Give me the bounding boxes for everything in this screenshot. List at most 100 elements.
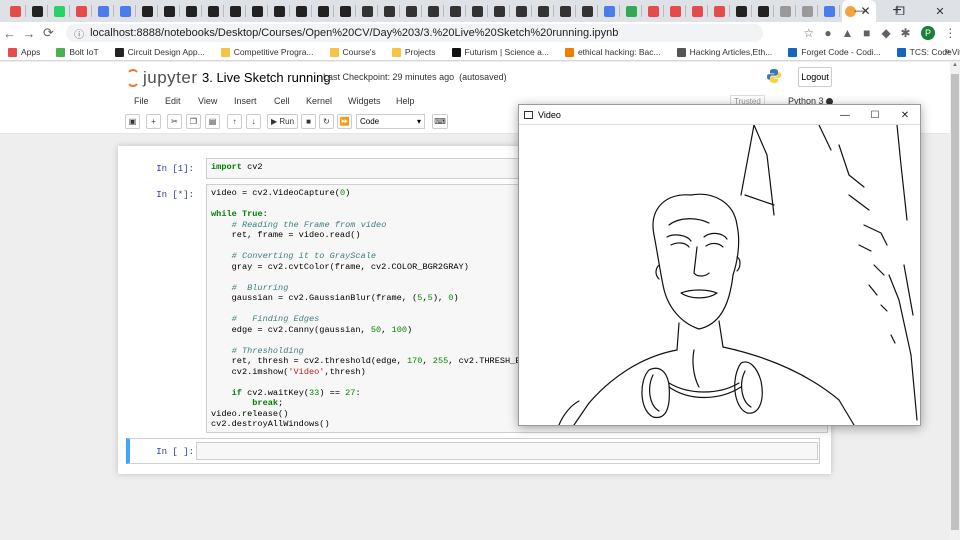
page-scrollbar[interactable]: ▲ — [950, 62, 960, 540]
browser-tab[interactable] — [796, 0, 818, 22]
bookmark-item[interactable]: Competitive Progra... — [220, 47, 314, 57]
menu-cell[interactable]: Cell — [274, 96, 290, 106]
browser-tab[interactable] — [510, 0, 532, 22]
bookmark-item[interactable]: Course's — [329, 47, 376, 57]
browser-tab[interactable] — [180, 0, 202, 22]
browser-tab[interactable] — [818, 0, 840, 22]
notebook-title[interactable]: 3. Live Sketch running — [202, 70, 331, 85]
browser-tab[interactable] — [752, 0, 774, 22]
paste-icon[interactable]: ▤ — [205, 114, 220, 129]
extension-icon[interactable]: ◆ — [876, 26, 895, 40]
video-minimize-button[interactable]: — — [830, 105, 860, 125]
browser-tab[interactable] — [312, 0, 334, 22]
copy-icon[interactable]: ❐ — [186, 114, 201, 129]
move-down-icon[interactable]: ↓ — [246, 114, 261, 129]
browser-tab[interactable] — [290, 0, 312, 22]
bookmark-item[interactable]: Projects — [391, 47, 436, 57]
menu-file[interactable]: File — [134, 96, 149, 106]
menu-kernel[interactable]: Kernel — [306, 96, 332, 106]
browser-tab[interactable] — [70, 0, 92, 22]
scroll-up-icon[interactable]: ▲ — [950, 62, 960, 72]
favicon-icon — [185, 5, 197, 17]
browser-tab[interactable] — [664, 0, 686, 22]
stop-icon[interactable]: ■ — [301, 114, 316, 129]
avatar[interactable]: P — [921, 26, 935, 40]
browser-tab[interactable] — [92, 0, 114, 22]
menu-icon[interactable]: ⋮ — [941, 26, 960, 40]
url-input[interactable]: ⓘ localhost:8888/notebooks/Desktop/Cours… — [66, 24, 764, 42]
browser-tab[interactable] — [686, 0, 708, 22]
keyboard-icon[interactable]: ⌨ — [432, 114, 448, 129]
browser-tab[interactable] — [246, 0, 268, 22]
video-maximize-button[interactable]: ☐ — [860, 105, 890, 125]
bookmark-item[interactable]: Circuit Design App... — [114, 47, 205, 57]
logout-button[interactable]: Logout — [798, 67, 832, 87]
browser-tab[interactable] — [158, 0, 180, 22]
browser-tab[interactable] — [708, 0, 730, 22]
menu-insert[interactable]: Insert — [234, 96, 257, 106]
move-up-icon[interactable]: ↑ — [227, 114, 242, 129]
maximize-button[interactable]: ❐ — [880, 0, 920, 22]
browser-tab[interactable] — [422, 0, 444, 22]
browser-tab[interactable] — [202, 0, 224, 22]
browser-tab[interactable] — [444, 0, 466, 22]
browser-tab[interactable] — [334, 0, 356, 22]
restart-icon[interactable]: ↻ — [319, 114, 334, 129]
bookmark-item[interactable]: ethical hacking: Bac... — [564, 47, 661, 57]
browser-tab[interactable] — [268, 0, 290, 22]
bookmark-item[interactable]: Bolt IoT — [56, 47, 99, 57]
browser-tab[interactable] — [730, 0, 752, 22]
browser-tab[interactable] — [532, 0, 554, 22]
video-close-button[interactable]: ✕ — [890, 105, 920, 125]
bookmark-item[interactable]: Apps — [8, 47, 40, 57]
code-cell-selected[interactable]: In [ ]: — [126, 438, 820, 464]
browser-tab[interactable] — [26, 0, 48, 22]
browser-tab[interactable] — [378, 0, 400, 22]
code-editor[interactable] — [196, 442, 818, 460]
back-icon[interactable]: ← — [0, 26, 19, 41]
forward-icon[interactable]: → — [19, 26, 38, 41]
browser-tab[interactable] — [488, 0, 510, 22]
video-window[interactable]: Video — ☐ ✕ — [518, 104, 921, 426]
browser-tab[interactable] — [620, 0, 642, 22]
menu-widgets[interactable]: Widgets — [348, 96, 381, 106]
run-button[interactable]: ▶ Run — [267, 114, 298, 129]
menu-edit[interactable]: Edit — [165, 96, 181, 106]
browser-tab[interactable] — [774, 0, 796, 22]
jupyter-logo[interactable]: jupyter — [126, 68, 198, 88]
bookmark-item[interactable]: Forget Code - Codi... — [788, 47, 881, 57]
menu-help[interactable]: Help — [396, 96, 415, 106]
browser-tab[interactable] — [466, 0, 488, 22]
extension-icon[interactable]: ● — [818, 26, 837, 40]
extension-icon[interactable]: ▲ — [838, 26, 857, 40]
bookmark-item[interactable]: Hacking Articles,Eth... — [676, 47, 772, 57]
scrollbar-thumb[interactable] — [951, 74, 959, 530]
browser-tab[interactable] — [224, 0, 246, 22]
cell-type-select[interactable]: Code ▾ — [356, 114, 425, 129]
browser-tab[interactable] — [554, 0, 576, 22]
bookmark-item[interactable]: TCS: CodeVita - Ho... — [896, 47, 960, 57]
restart-run-all-icon[interactable]: ⏩ — [337, 114, 352, 129]
close-window-button[interactable]: ✕ — [920, 0, 960, 22]
menu-view[interactable]: View — [198, 96, 217, 106]
bookmark-item[interactable]: Futurism | Science a... — [451, 47, 549, 57]
extension-icon[interactable]: ■ — [857, 26, 876, 40]
bookmarks-overflow-icon[interactable]: » — [944, 46, 950, 57]
minimize-button[interactable]: — — [840, 0, 880, 22]
info-icon[interactable]: ⓘ — [74, 26, 84, 41]
browser-tab[interactable] — [642, 0, 664, 22]
browser-tab[interactable] — [4, 0, 26, 22]
reload-icon[interactable]: ⟳ — [39, 25, 58, 41]
browser-tab[interactable] — [576, 0, 598, 22]
save-icon[interactable]: ▣ — [125, 114, 140, 129]
browser-tab[interactable] — [356, 0, 378, 22]
browser-tab[interactable] — [598, 0, 620, 22]
star-icon[interactable]: ☆ — [799, 26, 818, 40]
browser-tab[interactable] — [114, 0, 136, 22]
browser-tab[interactable] — [400, 0, 422, 22]
puzzle-icon[interactable]: ✱ — [896, 26, 915, 40]
cut-icon[interactable]: ✂ — [167, 114, 182, 129]
browser-tab[interactable] — [136, 0, 158, 22]
browser-tab[interactable] — [48, 0, 70, 22]
insert-cell-icon[interactable]: + — [146, 114, 161, 129]
